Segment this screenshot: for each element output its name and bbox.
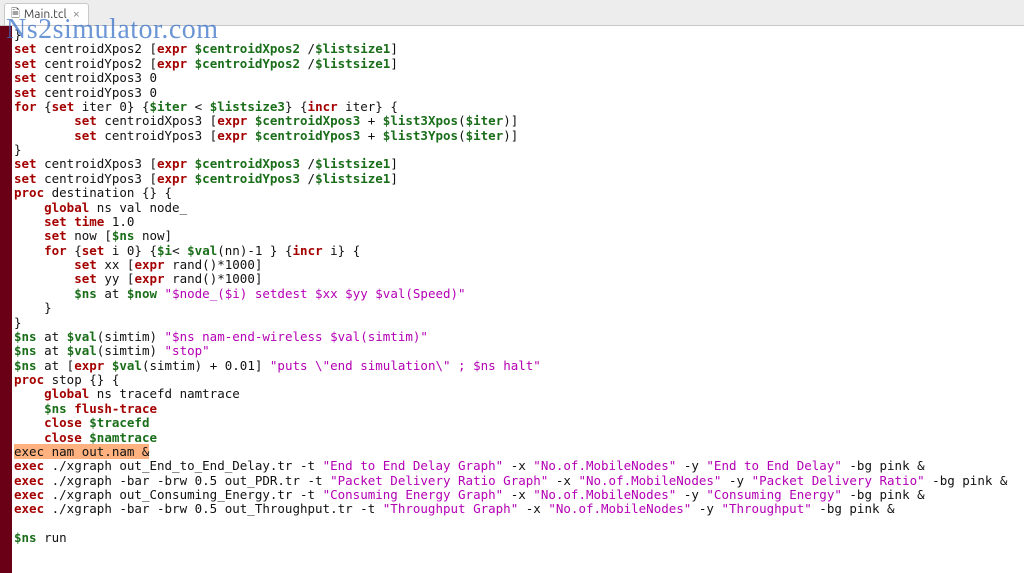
editor-area[interactable]: } set centroidXpos2 [expr $centroidXpos2… <box>0 26 1024 573</box>
tab-filename: Main.tcl <box>24 8 67 21</box>
tab-bar: 🗎 Main.tcl × <box>0 0 1024 26</box>
close-icon[interactable]: × <box>73 8 80 21</box>
file-icon: 🗎 <box>11 5 20 24</box>
code-content[interactable]: } set centroidXpos2 [expr $centroidXpos2… <box>12 26 1024 573</box>
editor-gutter <box>0 26 12 573</box>
file-tab[interactable]: 🗎 Main.tcl × <box>4 3 89 25</box>
